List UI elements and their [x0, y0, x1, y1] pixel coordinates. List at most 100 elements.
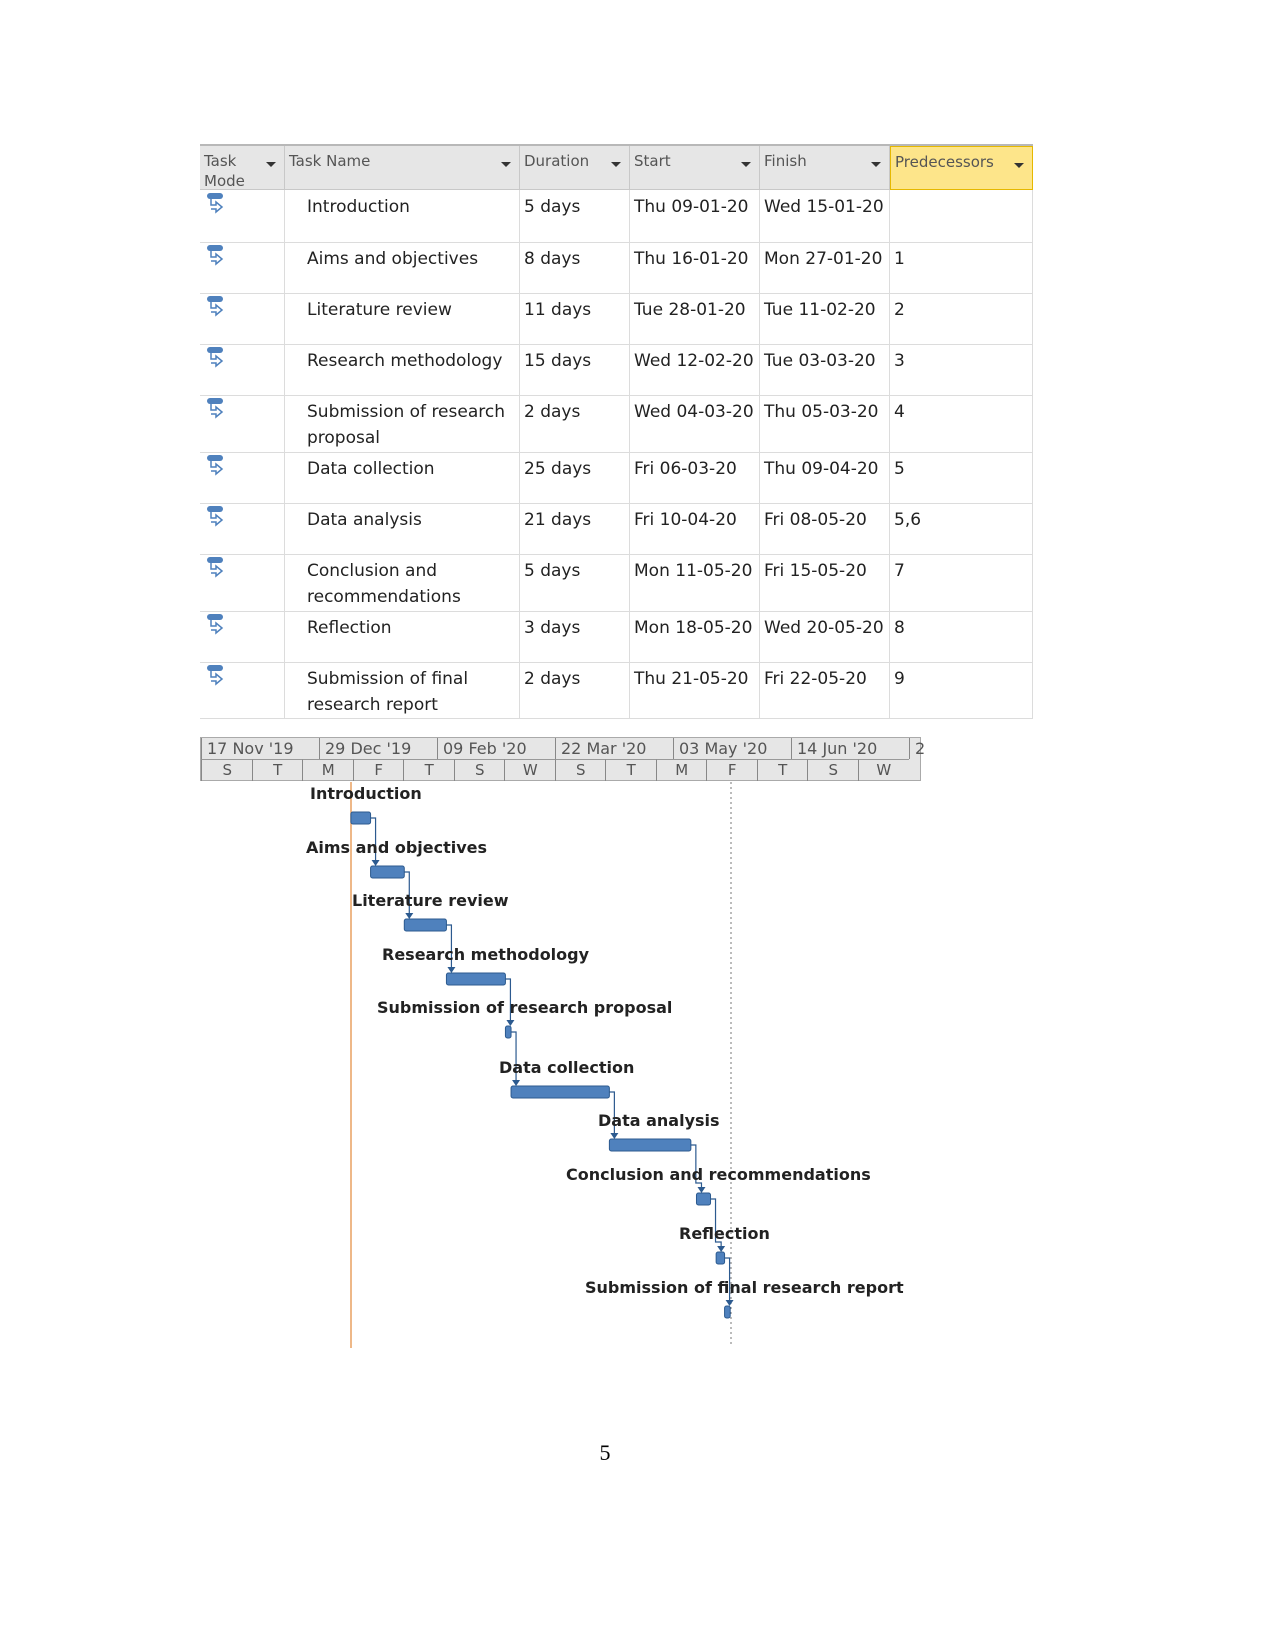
table-row[interactable]: Data analysis 21 days Fri 10-04-20 Fri 08-0…	[200, 503, 1033, 555]
cell-task-name[interactable]: Aims and objectives	[285, 242, 520, 293]
cell-duration[interactable]: 25 days	[520, 452, 630, 503]
cell-start[interactable]: Fri 06-03-20	[630, 452, 760, 503]
gantt-bar[interactable]	[724, 1305, 731, 1319]
table-row[interactable]: Aims and objectives 8 days Thu 16-01-20 Mon…	[200, 242, 1033, 294]
dependency-arrow-icon	[717, 1246, 726, 1252]
dropdown-arrow-icon[interactable]	[741, 162, 751, 167]
table-row[interactable]: Introduction 5 days Thu 09-01-20 Wed 15-01-…	[200, 190, 1033, 243]
dropdown-arrow-icon[interactable]	[266, 162, 276, 167]
header-finish[interactable]: Finish	[760, 146, 890, 190]
cell-predecessors[interactable]: 5,6	[890, 503, 1033, 554]
cell-task-name[interactable]: Introduction	[285, 190, 520, 242]
cell-task-name[interactable]: Submission of final research report	[285, 662, 520, 718]
cell-task-name[interactable]: Data collection	[285, 452, 520, 503]
cell-duration[interactable]: 8 days	[520, 242, 630, 293]
cell-task-name[interactable]: Data analysis	[285, 503, 520, 554]
gantt-bar[interactable]	[504, 1025, 512, 1039]
cell-task-mode[interactable]	[200, 611, 285, 662]
cell-finish[interactable]: Mon 27-01-20	[760, 242, 890, 293]
cell-duration[interactable]: 5 days	[520, 190, 630, 242]
dependency-arrow-icon	[697, 1187, 706, 1193]
cell-start[interactable]: Thu 21-05-20	[630, 662, 760, 718]
cell-start[interactable]: Mon 18-05-20	[630, 611, 760, 662]
cell-start[interactable]: Tue 28-01-20	[630, 293, 760, 344]
cell-duration[interactable]: 2 days	[520, 662, 630, 718]
cell-predecessors[interactable]	[890, 190, 1033, 242]
cell-finish[interactable]: Thu 09-04-20	[760, 452, 890, 503]
cell-task-mode[interactable]	[200, 395, 285, 452]
cell-finish[interactable]: Tue 11-02-20	[760, 293, 890, 344]
cell-task-mode[interactable]	[200, 242, 285, 293]
header-task-name[interactable]: Task Name	[285, 146, 520, 190]
gantt-bar[interactable]	[695, 1192, 712, 1206]
header-start[interactable]: Start	[630, 146, 760, 190]
cell-task-mode[interactable]	[200, 344, 285, 395]
cell-predecessors[interactable]: 2	[890, 293, 1033, 344]
cell-predecessors[interactable]: 4	[890, 395, 1033, 452]
table-row[interactable]: Data collection 25 days Fri 06-03-20 Thu 09…	[200, 452, 1033, 504]
cell-duration[interactable]: 2 days	[520, 395, 630, 452]
cell-finish[interactable]: Wed 15-01-20	[760, 190, 890, 242]
cell-task-mode[interactable]	[200, 503, 285, 554]
cell-duration[interactable]: 5 days	[520, 554, 630, 611]
cell-task-name[interactable]: Conclusion and recommendations	[285, 554, 520, 611]
table-row[interactable]: Research methodology 15 days Wed 12-02-20 T…	[200, 344, 1033, 396]
cell-task-name[interactable]: Reflection	[285, 611, 520, 662]
gantt-bar[interactable]	[370, 865, 405, 879]
cell-start[interactable]: Mon 11-05-20	[630, 554, 760, 611]
cell-finish[interactable]: Fri 08-05-20	[760, 503, 890, 554]
cell-finish[interactable]: Wed 20-05-20	[760, 611, 890, 662]
cell-duration[interactable]: 3 days	[520, 611, 630, 662]
table-row[interactable]: Submission of research proposal 2 days Wed…	[200, 395, 1033, 453]
cell-task-name[interactable]: Submission of research proposal	[285, 395, 520, 452]
table-row[interactable]: Submission of final research report 2 day…	[200, 662, 1033, 719]
gantt-bar[interactable]	[715, 1251, 726, 1265]
gantt-bar[interactable]	[445, 972, 506, 986]
cell-start[interactable]: Fri 10-04-20	[630, 503, 760, 554]
cell-task-mode[interactable]	[200, 452, 285, 503]
cell-finish[interactable]: Thu 05-03-20	[760, 395, 890, 452]
cell-predecessors[interactable]: 5	[890, 452, 1033, 503]
table-row[interactable]: Conclusion and recommendations 5 days Mon …	[200, 554, 1033, 612]
header-task-mode[interactable]: Task Mode	[200, 146, 285, 190]
cell-duration[interactable]: 21 days	[520, 503, 630, 554]
cell-duration[interactable]: 11 days	[520, 293, 630, 344]
cell-finish[interactable]: Fri 15-05-20	[760, 554, 890, 611]
cell-task-mode[interactable]	[200, 554, 285, 611]
cell-start[interactable]: Wed 12-02-20	[630, 344, 760, 395]
dependency-arrow-icon	[610, 1133, 619, 1139]
dropdown-arrow-icon[interactable]	[1014, 163, 1024, 168]
cell-duration[interactable]: 15 days	[520, 344, 630, 395]
table-row[interactable]: Reflection 3 days Mon 18-05-20 Wed 20-05-20…	[200, 611, 1033, 663]
cell-start[interactable]: Thu 16-01-20	[630, 242, 760, 293]
timescale-minor-label: M	[302, 759, 354, 781]
cell-task-mode[interactable]	[200, 662, 285, 718]
cell-start[interactable]: Thu 09-01-20	[630, 190, 760, 242]
cell-task-mode[interactable]	[200, 293, 285, 344]
header-predecessors[interactable]: Predecessors	[890, 146, 1033, 190]
gantt-bar[interactable]	[403, 918, 447, 932]
auto-scheduled-task-icon	[207, 614, 224, 635]
cell-text: Fri 15-05-20	[764, 561, 867, 581]
dropdown-arrow-icon[interactable]	[871, 162, 881, 167]
table-row[interactable]: Literature review 11 days Tue 28-01-20 Tue …	[200, 293, 1033, 345]
dependency-arrow-icon	[447, 967, 456, 973]
cell-predecessors[interactable]: 9	[890, 662, 1033, 718]
cell-task-mode[interactable]	[200, 190, 285, 242]
cell-start[interactable]: Wed 04-03-20	[630, 395, 760, 452]
cell-predecessors[interactable]: 1	[890, 242, 1033, 293]
cell-finish[interactable]: Fri 22-05-20	[760, 662, 890, 718]
gantt-bar[interactable]	[350, 811, 372, 825]
dropdown-arrow-icon[interactable]	[611, 162, 621, 167]
cell-task-name[interactable]: Literature review	[285, 293, 520, 344]
cell-predecessors[interactable]: 3	[890, 344, 1033, 395]
cell-finish[interactable]: Tue 03-03-20	[760, 344, 890, 395]
gantt-bar[interactable]	[510, 1085, 610, 1099]
dependency-arrow-icon	[725, 1300, 734, 1306]
cell-task-name[interactable]: Research methodology	[285, 344, 520, 395]
cell-predecessors[interactable]: 7	[890, 554, 1033, 611]
header-duration[interactable]: Duration	[520, 146, 630, 190]
cell-predecessors[interactable]: 8	[890, 611, 1033, 662]
dropdown-arrow-icon[interactable]	[501, 162, 511, 167]
gantt-bar[interactable]	[608, 1138, 692, 1152]
